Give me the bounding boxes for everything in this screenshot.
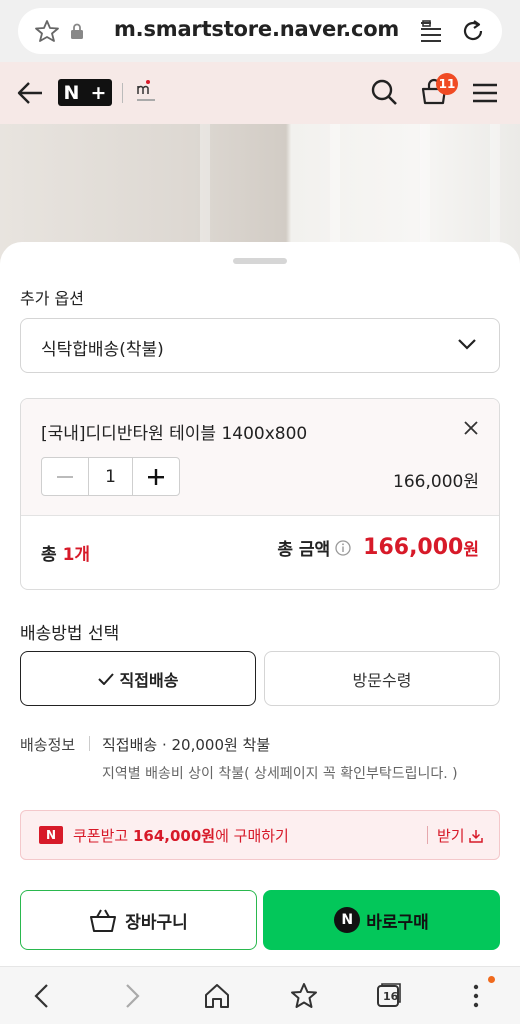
home-icon[interactable] bbox=[202, 981, 232, 1011]
total-count-value: 1개 bbox=[62, 545, 91, 565]
total-amount-group: 총 금액 166,000 원 bbox=[277, 535, 479, 560]
logo-n: N bbox=[63, 81, 80, 104]
total-count: 총 1개 bbox=[41, 540, 90, 565]
total-count-prefix: 총 bbox=[41, 545, 63, 565]
coupon-receive-label: 받기 bbox=[437, 827, 465, 845]
quantity-value[interactable]: 1 bbox=[88, 458, 133, 495]
back-arrow-icon[interactable] bbox=[16, 80, 44, 106]
option-section-title: 추가 옵션 bbox=[20, 289, 84, 308]
naver-pay-n-icon: N bbox=[334, 907, 361, 933]
forward-icon[interactable] bbox=[116, 981, 146, 1011]
shipping-info-label: 배송정보 bbox=[20, 736, 76, 754]
url-text[interactable]: m.smartstore.naver.com bbox=[114, 17, 399, 41]
more-options-icon[interactable] bbox=[461, 981, 491, 1011]
plus-icon bbox=[148, 468, 164, 485]
naver-plus-logo[interactable]: N + bbox=[58, 79, 112, 106]
quantity-stepper: 1 bbox=[41, 457, 180, 496]
reload-icon[interactable] bbox=[460, 18, 486, 44]
selected-item-box: [국내]디디반타원 테이블 1400x800 1 166,000원 총 1개 총… bbox=[20, 398, 500, 590]
shipping-method-title: 배송방법 선택 bbox=[20, 624, 120, 644]
logo-divider bbox=[122, 83, 123, 103]
back-icon[interactable] bbox=[28, 981, 58, 1011]
shipping-info-divider bbox=[89, 736, 90, 751]
coupon-text: 쿠폰받고 164,000원에 구매하기 bbox=[73, 825, 289, 846]
browser-toolbar: m.smartstore.naver.com bbox=[0, 0, 520, 62]
shopping-basket-icon bbox=[90, 909, 117, 932]
bookmarks-icon[interactable] bbox=[289, 981, 319, 1011]
logo-plus: + bbox=[90, 81, 107, 104]
add-to-cart-button[interactable]: 장바구니 bbox=[20, 890, 257, 950]
store-header: N + 11 bbox=[0, 62, 520, 124]
coupon-suffix: 에 구매하기 bbox=[215, 827, 289, 845]
check-icon bbox=[97, 672, 114, 685]
hamburger-menu-icon[interactable] bbox=[472, 82, 498, 104]
selected-item-price: 166,000원 bbox=[393, 472, 479, 492]
buy-now-button[interactable]: N 바로구매 bbox=[263, 890, 500, 950]
option-selected-value: 식탁합배송(착불) bbox=[41, 340, 164, 360]
coupon-receive-button[interactable]: 받기 bbox=[437, 825, 483, 846]
coupon-amount: 164,000원 bbox=[132, 827, 216, 845]
total-amount-label: 총 금액 bbox=[277, 540, 331, 560]
cart-count-badge: 11 bbox=[436, 73, 458, 95]
pickup-label: 방문수령 bbox=[352, 670, 412, 690]
buy-now-label: 바로구매 bbox=[366, 912, 429, 933]
pickup-button[interactable]: 방문수령 bbox=[264, 651, 500, 706]
shipping-info-note: 지역별 배송비 상이 착불( 상세페이지 꼭 확인부탁드립니다. ) bbox=[102, 766, 458, 782]
purchase-option-sheet: 추가 옵션 식탁합배송(착불) [국내]디디반타원 테이블 1400x800 1… bbox=[0, 242, 520, 966]
total-amount-value: 166,000 bbox=[363, 535, 464, 560]
bookmark-star-icon[interactable] bbox=[34, 19, 60, 43]
coupon-divider bbox=[427, 826, 428, 844]
selected-item-name: [국내]디디반타원 테이블 1400x800 bbox=[41, 424, 308, 444]
direct-delivery-button[interactable]: 직접배송 bbox=[20, 651, 256, 706]
naver-pay-logo: N bbox=[39, 826, 63, 844]
remove-item-close-icon[interactable] bbox=[463, 420, 479, 436]
sheet-drag-handle[interactable] bbox=[233, 258, 287, 264]
address-bar[interactable]: m.smartstore.naver.com bbox=[18, 8, 502, 54]
notification-dot bbox=[488, 976, 495, 983]
lock-icon[interactable] bbox=[70, 23, 84, 39]
coupon-prefix: 쿠폰받고 bbox=[73, 827, 133, 845]
download-icon bbox=[468, 829, 483, 843]
increase-quantity-button[interactable] bbox=[133, 458, 179, 495]
browser-bottom-nav: 16 bbox=[0, 966, 520, 1024]
coupon-banner[interactable]: N 쿠폰받고 164,000원에 구매하기 받기 bbox=[20, 810, 500, 860]
search-icon[interactable] bbox=[370, 78, 398, 106]
minus-icon bbox=[57, 475, 73, 478]
info-icon[interactable] bbox=[335, 539, 351, 556]
selected-item-row: [국내]디디반타원 테이블 1400x800 1 166,000원 bbox=[21, 399, 499, 516]
chevron-down-icon bbox=[458, 339, 476, 350]
additional-option-select[interactable]: 식탁합배송(착불) bbox=[20, 318, 500, 373]
tabs-count-button[interactable]: 16 bbox=[376, 981, 402, 1009]
add-to-cart-label: 장바구니 bbox=[125, 912, 188, 933]
reader-mode-icon[interactable] bbox=[420, 20, 442, 42]
direct-delivery-label: 직접배송 bbox=[119, 670, 179, 690]
shipping-info-value: 직접배송 · 20,000원 착불 bbox=[102, 736, 271, 754]
tabs-count-value: 16 bbox=[383, 990, 399, 1003]
total-amount-unit: 원 bbox=[463, 540, 479, 560]
store-brand-logo[interactable] bbox=[134, 78, 160, 108]
decrease-quantity-button[interactable] bbox=[42, 458, 88, 495]
